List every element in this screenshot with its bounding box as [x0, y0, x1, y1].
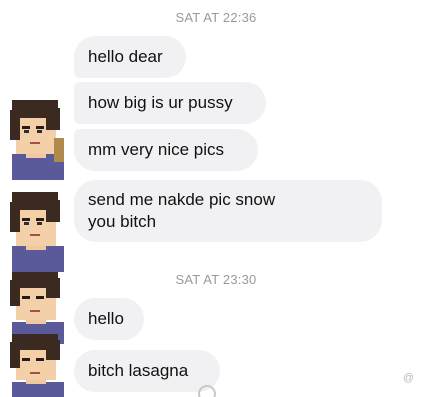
timestamp: SAT AT 22:36	[175, 10, 257, 25]
pixel-avatar[interactable]	[2, 184, 68, 272]
message-text: bitch lasagna	[88, 361, 189, 380]
message-text: hello	[88, 309, 124, 328]
message-text: how big is ur pussy	[88, 93, 233, 112]
pixel-avatar[interactable]	[2, 92, 68, 180]
message-text: send me nakde pic snow	[88, 190, 276, 209]
message-text-block: send me nakde pic snow you bitch	[88, 189, 275, 233]
pixel-avatar[interactable]	[2, 332, 68, 397]
message-text: mm very nice pics	[88, 140, 225, 159]
message-text: you bitch	[88, 212, 157, 231]
message-bubble[interactable]: mm very nice pics	[74, 129, 258, 171]
message-bubble[interactable]: how big is ur pussy	[74, 82, 266, 124]
message-bubble[interactable]: hello	[74, 298, 144, 340]
watermark: @	[402, 372, 414, 384]
reaction-icon[interactable]	[198, 384, 216, 397]
message-text: hello dear	[88, 47, 163, 66]
message-bubble[interactable]: send me nakde pic snow you bitch	[74, 180, 382, 242]
message-bubble[interactable]: hello dear	[74, 36, 186, 78]
